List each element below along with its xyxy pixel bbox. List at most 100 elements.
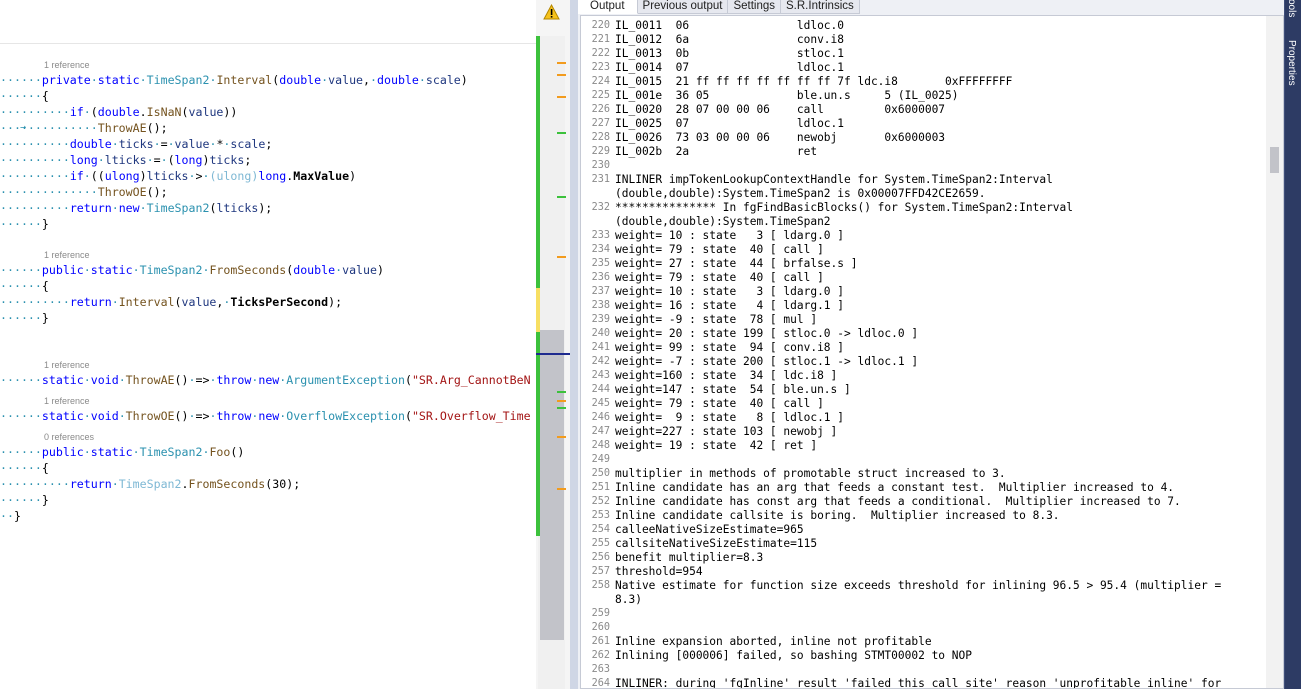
output-line[interactable]: 234 weight= 79 : state 40 [ call ] (581, 243, 1261, 257)
output-line[interactable]: (double,double):System.TimeSpan2 (581, 215, 1261, 229)
output-line-text[interactable]: IL_0013 0b stloc.1 (615, 47, 844, 61)
output-line-text[interactable]: weight= 19 : state 42 [ ret ] (615, 439, 817, 453)
output-line-text[interactable]: weight=147 : state 54 [ ble.un.s ] (615, 383, 851, 397)
output-line-text[interactable]: weight= 10 : state 3 [ ldarg.0 ] (615, 285, 844, 299)
output-line[interactable]: 242 weight= -7 : state 200 [ stloc.1 -> l… (581, 355, 1261, 369)
codelens-label[interactable]: 0 references (44, 432, 94, 442)
editor-scrollbar-thumb[interactable] (540, 330, 564, 640)
output-line[interactable]: 233 weight= 10 : state 3 [ ldarg.0 ] (581, 229, 1261, 243)
output-line-text[interactable]: weight= -7 : state 200 [ stloc.1 -> ldlo… (615, 355, 918, 369)
output-line[interactable]: (double,double):System.TimeSpan2 is 0x00… (581, 187, 1261, 201)
output-line-text[interactable]: weight= 27 : state 44 [ brfalse.s ] (615, 257, 857, 271)
code-line[interactable]: ······public·static·TimeSpan2·Foo() (0, 444, 536, 460)
output-line[interactable]: 243 weight=160 : state 34 [ ldc.i8 ] (581, 369, 1261, 383)
output-line-text[interactable]: weight= 99 : state 94 [ conv.i8 ] (615, 341, 844, 355)
output-line[interactable]: 228 IL_0026 73 03 00 00 06 newobj 0x60000… (581, 131, 1261, 145)
tools-tab[interactable]: Tools (1286, 0, 1297, 17)
output-line-text[interactable]: weight=227 : state 103 [ newobj ] (615, 425, 837, 439)
code-line[interactable]: ······static·void·ThrowOE()·=>·throw·new… (0, 408, 536, 424)
output-line[interactable]: 227 IL_0025 07 ldloc.1 (581, 117, 1261, 131)
codelens-label[interactable]: 1 reference (44, 60, 90, 70)
output-line[interactable]: 262 Inlining [000006] failed, so bashing … (581, 649, 1261, 663)
output-line[interactable]: 226 IL_0020 28 07 00 00 06 call 0x6000007 (581, 103, 1261, 117)
output-line[interactable]: 238 weight= 16 : state 4 [ ldarg.1 ] (581, 299, 1261, 313)
output-line[interactable]: 221 IL_0012 6a conv.i8 (581, 33, 1261, 47)
codelens-label[interactable]: 1 reference (44, 250, 90, 260)
output-line[interactable]: 256 benefit multiplier=8.3 (581, 551, 1261, 565)
output-line[interactable]: 254 calleeNativeSizeEstimate=965 (581, 523, 1261, 537)
output-line-text[interactable]: IL_0020 28 07 00 00 06 call 0x6000007 (615, 103, 945, 117)
output-line-text[interactable]: (double,double):System.TimeSpan2 is 0x00… (615, 187, 985, 201)
output-line[interactable]: 259 (581, 607, 1261, 621)
tab-sr-intrinsics[interactable]: S.R.Intrinsics (781, 0, 860, 14)
output-line-text[interactable]: Native estimate for function size exceed… (615, 579, 1221, 593)
output-line-text[interactable]: threshold=954 (615, 565, 703, 579)
output-line-text[interactable]: multiplier in methods of promotable stru… (615, 467, 1006, 481)
output-line-text[interactable]: IL_0014 07 ldloc.1 (615, 61, 844, 75)
output-line[interactable]: 241 weight= 99 : state 94 [ conv.i8 ] (581, 341, 1261, 355)
output-line[interactable]: 258 Native estimate for function size exc… (581, 579, 1261, 593)
codelens-references[interactable]: 1 reference (0, 248, 536, 262)
breakpoint-arrow-icon[interactable]: → (20, 120, 26, 136)
tab-previous-output[interactable]: Previous output (637, 0, 729, 14)
output-line[interactable]: 251 Inline candidate has an arg that feed… (581, 481, 1261, 495)
output-line-text[interactable]: IL_0026 73 03 00 00 06 newobj 0x6000003 (615, 131, 945, 145)
code-line[interactable]: ······} (0, 216, 536, 232)
output-line-text[interactable]: Inline candidate has const arg that feed… (615, 495, 1181, 509)
output-line-text[interactable]: weight= 79 : state 40 [ call ] (615, 271, 824, 285)
output-line-text[interactable]: Inline expansion aborted, inline not pro… (615, 635, 932, 649)
output-line[interactable]: 232 *************** In fgFindBasicBlocks(… (581, 201, 1261, 215)
output-line[interactable]: 236 weight= 79 : state 40 [ call ] (581, 271, 1261, 285)
codelens-references[interactable]: 1 reference (0, 358, 536, 372)
output-line-text[interactable]: weight=160 : state 34 [ ldc.i8 ] (615, 369, 837, 383)
output-lines[interactable]: 220 IL_0011 06 ldloc.0 221 IL_0012 6a conv.… (581, 19, 1261, 688)
output-line[interactable]: 229 IL_002b 2a ret (581, 145, 1261, 159)
warning-icon[interactable] (543, 4, 560, 20)
code-line[interactable]: ··········long·lticks·=·(long)ticks; (0, 152, 536, 168)
tab-output[interactable]: Output (578, 0, 638, 14)
output-line-text[interactable]: benefit multiplier=8.3 (615, 551, 763, 565)
code-line[interactable]: ······} (0, 310, 536, 326)
code-line[interactable]: ······} (0, 492, 536, 508)
output-line-text[interactable]: IL_001e 36 05 ble.un.s 5 (IL_0025) (615, 89, 959, 103)
output-line[interactable]: 257 threshold=954 (581, 565, 1261, 579)
code-editor[interactable]: 1 reference ······private·static·TimeSpa… (0, 0, 536, 689)
code-area[interactable]: 1 reference ······private·static·TimeSpa… (0, 58, 536, 524)
output-line-text[interactable]: weight= -9 : state 78 [ mul ] (615, 313, 817, 327)
output-line[interactable]: 246 weight= 9 : state 8 [ ldloc.1 ] (581, 411, 1261, 425)
output-line[interactable]: 239 weight= -9 : state 78 [ mul ] (581, 313, 1261, 327)
output-line-text[interactable]: IL_002b 2a ret (615, 145, 817, 159)
pane-splitter[interactable] (570, 0, 578, 689)
code-line[interactable]: ······{ (0, 278, 536, 294)
output-line[interactable]: 248 weight= 19 : state 42 [ ret ] (581, 439, 1261, 453)
output-line[interactable]: 244 weight=147 : state 54 [ ble.un.s ] (581, 383, 1261, 397)
code-line[interactable]: ··········return·TimeSpan2.FromSeconds(3… (0, 476, 536, 492)
output-line[interactable]: 247 weight=227 : state 103 [ newobj ] (581, 425, 1261, 439)
code-line[interactable]: ··········if·(double.IsNaN(value)) (0, 104, 536, 120)
output-line[interactable]: 264 INLINER: during 'fgInline' result 'fa… (581, 677, 1261, 688)
output-line[interactable]: 225 IL_001e 36 05 ble.un.s 5 (IL_0025) (581, 89, 1261, 103)
code-line-blank[interactable] (0, 342, 536, 358)
output-text-area[interactable]: 220 IL_0011 06 ldloc.0 221 IL_0012 6a conv.… (580, 15, 1284, 689)
code-line[interactable]: ······{ (0, 460, 536, 476)
output-line-text[interactable]: weight= 79 : state 40 [ call ] (615, 397, 824, 411)
output-line[interactable]: 249 (581, 453, 1261, 467)
output-line[interactable]: 252 Inline candidate has const arg that f… (581, 495, 1261, 509)
output-line-text[interactable]: IL_0025 07 ldloc.1 (615, 117, 844, 131)
output-line-text[interactable]: INLINER: during 'fgInline' result 'faile… (615, 677, 1221, 688)
code-line[interactable]: ··········return·Interval(value,·TicksPe… (0, 294, 536, 310)
output-line-text[interactable]: IL_0011 06 ldloc.0 (615, 19, 844, 33)
codelens-label[interactable]: 1 reference (44, 360, 90, 370)
code-line-blank[interactable] (0, 232, 536, 248)
output-line-text[interactable]: (double,double):System.TimeSpan2 (615, 215, 831, 229)
code-line[interactable]: ··········if·((ulong)lticks·>·(ulong)lon… (0, 168, 536, 184)
output-line-text[interactable]: Inline candidate has an arg that feeds a… (615, 481, 1174, 495)
output-line-text[interactable]: INLINER impTokenLookupContextHandle for … (615, 173, 1053, 187)
output-line-text[interactable]: *************** In fgFindBasicBlocks() f… (615, 201, 1073, 215)
output-line[interactable]: 223 IL_0014 07 ldloc.1 (581, 61, 1261, 75)
output-line-text[interactable]: weight= 16 : state 4 [ ldarg.1 ] (615, 299, 844, 313)
output-line-text[interactable]: weight= 79 : state 40 [ call ] (615, 243, 824, 257)
output-line-text[interactable]: IL_0015 21 ff ff ff ff ff ff ff 7f ldc.i… (615, 75, 1012, 89)
output-line[interactable]: 237 weight= 10 : state 3 [ ldarg.0 ] (581, 285, 1261, 299)
output-line[interactable]: 245 weight= 79 : state 40 [ call ] (581, 397, 1261, 411)
